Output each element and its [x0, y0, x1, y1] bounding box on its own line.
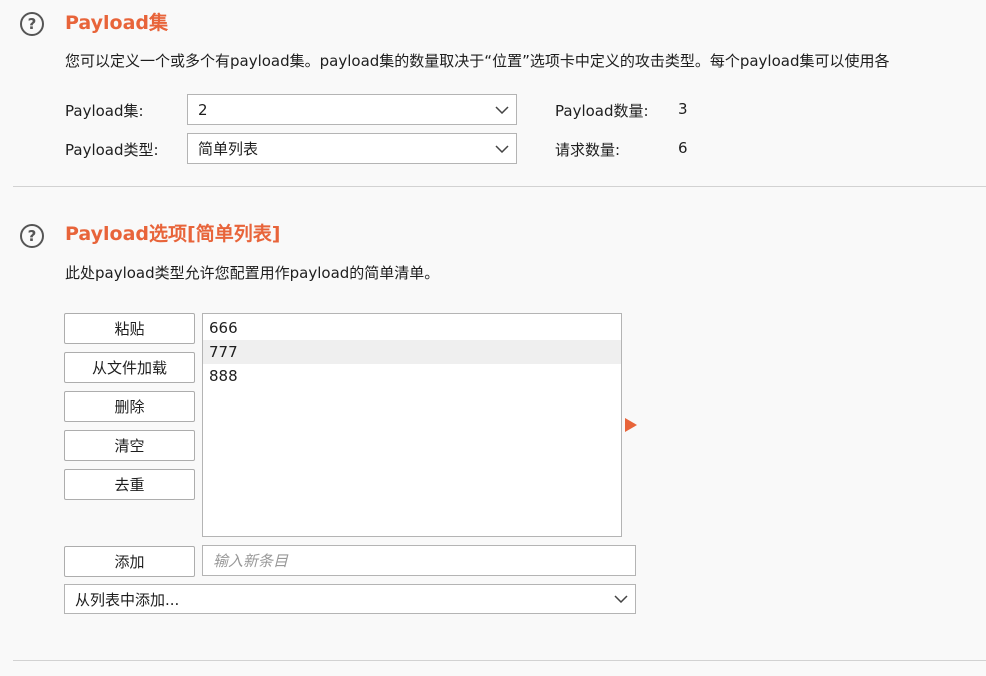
new-item-input[interactable]: 输入新条目	[202, 545, 636, 576]
help-icon[interactable]: ?	[20, 224, 44, 248]
section-divider	[13, 186, 986, 187]
clear-button[interactable]: 清空	[64, 430, 195, 461]
deduplicate-button[interactable]: 去重	[64, 469, 195, 500]
payload-type-select[interactable]: 简单列表	[187, 133, 517, 164]
payload-count-value: 3	[678, 100, 688, 118]
add-from-list-value: 从列表中添加...	[75, 590, 180, 609]
payload-type-value: 简单列表	[198, 140, 259, 158]
payload-set-select[interactable]: 2	[187, 94, 517, 125]
request-count-value: 6	[678, 139, 688, 157]
section-divider	[13, 660, 986, 661]
payload-options-heading: Payload选项[简单列表]	[65, 223, 281, 245]
payload-sets-heading: Payload集	[65, 12, 169, 34]
chevron-down-icon	[488, 95, 516, 124]
list-item[interactable]: 666	[203, 316, 621, 340]
chevron-down-icon	[607, 585, 635, 613]
payload-type-label: Payload类型:	[65, 141, 159, 159]
payload-set-label: Payload集:	[65, 102, 144, 120]
payload-sets-description: 您可以定义一个或多个有payload集。payload集的数量取决于“位置”选项…	[65, 52, 890, 70]
chevron-down-icon	[488, 134, 516, 163]
remove-button[interactable]: 删除	[64, 391, 195, 422]
payload-list[interactable]: 666 777 888	[202, 313, 622, 537]
payload-count-label: Payload数量:	[555, 102, 649, 120]
list-item[interactable]: 888	[203, 364, 621, 388]
add-from-list-select[interactable]: 从列表中添加...	[64, 584, 636, 614]
load-from-file-button[interactable]: 从文件加载	[64, 352, 195, 383]
paste-button[interactable]: 粘贴	[64, 313, 195, 344]
expand-arrow-icon[interactable]	[625, 418, 637, 432]
payload-options-description: 此处payload类型允许您配置用作payload的简单清单。	[65, 264, 440, 282]
request-count-label: 请求数量:	[555, 141, 621, 159]
help-icon[interactable]: ?	[20, 12, 44, 36]
list-item[interactable]: 777	[203, 340, 621, 364]
payload-set-value: 2	[198, 100, 208, 119]
add-button[interactable]: 添加	[64, 546, 195, 577]
